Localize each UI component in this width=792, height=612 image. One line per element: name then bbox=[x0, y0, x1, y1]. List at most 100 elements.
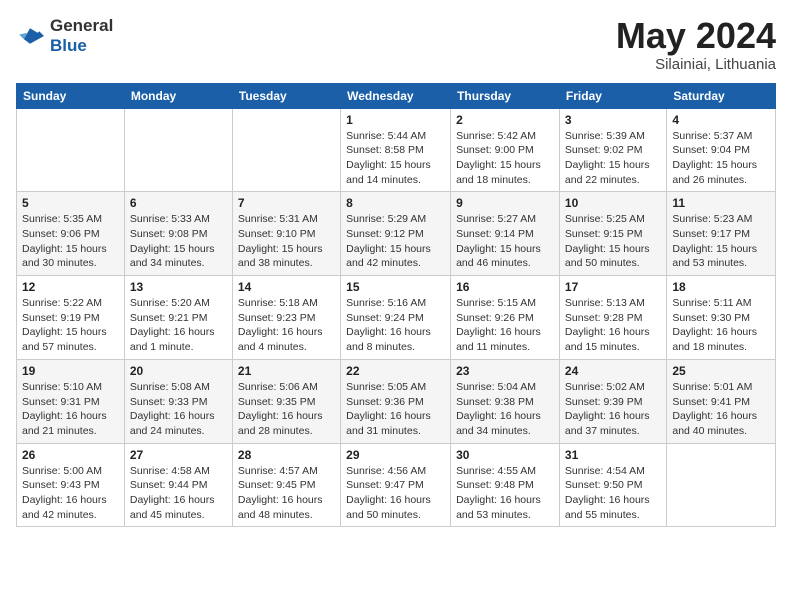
week-row-5: 26 Sunrise: 5:00 AMSunset: 9:43 PMDayligh… bbox=[17, 443, 776, 527]
day-info: Sunrise: 5:10 AMSunset: 9:31 PMDaylight:… bbox=[22, 380, 119, 439]
day-cell-8: 8Sunrise: 5:29 AMSunset: 9:12 PMDaylight… bbox=[341, 192, 451, 276]
day-cell-15: 15Sunrise: 5:16 AMSunset: 9:24 PMDayligh… bbox=[341, 276, 451, 360]
day-info: Sunrise: 5:06 AMSunset: 9:35 PMDaylight:… bbox=[238, 380, 335, 439]
day-info: Sunrise: 5:27 AMSunset: 9:14 PMDaylight:… bbox=[456, 212, 554, 271]
calendar-table: SundayMondayTuesdayWednesdayThursdayFrid… bbox=[16, 83, 776, 528]
empty-cell bbox=[667, 443, 776, 527]
day-cell-29: 29 Sunrise: 4:56 AMSunset: 9:47 PMDayligh… bbox=[341, 443, 451, 527]
weekday-header-row: SundayMondayTuesdayWednesdayThursdayFrid… bbox=[17, 83, 776, 108]
day-number: 24 bbox=[565, 364, 661, 378]
logo-blue-label: Blue bbox=[50, 36, 113, 56]
day-info: Sunrise: 4:56 AMSunset: 9:47 PMDaylight:… bbox=[346, 464, 445, 523]
weekday-header-tuesday: Tuesday bbox=[232, 83, 340, 108]
day-info: Sunrise: 5:39 AMSunset: 9:02 PMDaylight:… bbox=[565, 129, 661, 188]
header: General Blue May 2024 Silainiai, Lithuan… bbox=[16, 16, 776, 73]
day-cell-26: 26 Sunrise: 5:00 AMSunset: 9:43 PMDayligh… bbox=[17, 443, 125, 527]
day-cell-14: 14Sunrise: 5:18 AMSunset: 9:23 PMDayligh… bbox=[232, 276, 340, 360]
day-number: 22 bbox=[346, 364, 445, 378]
day-cell-30: 30 Sunrise: 4:55 AMSunset: 9:48 PMDayligh… bbox=[451, 443, 560, 527]
empty-cell bbox=[232, 108, 340, 192]
day-info: Sunrise: 4:57 AMSunset: 9:45 PMDaylight:… bbox=[238, 464, 335, 523]
day-info: Sunrise: 5:04 AMSunset: 9:38 PMDaylight:… bbox=[456, 380, 554, 439]
day-info: Sunrise: 4:55 AMSunset: 9:48 PMDaylight:… bbox=[456, 464, 554, 523]
day-info: Sunrise: 5:13 AMSunset: 9:28 PMDaylight:… bbox=[565, 296, 661, 355]
weekday-header-friday: Friday bbox=[559, 83, 666, 108]
day-number: 14 bbox=[238, 280, 335, 294]
week-row-2: 5Sunrise: 5:35 AMSunset: 9:06 PMDaylight… bbox=[17, 192, 776, 276]
day-number: 27 bbox=[130, 448, 227, 462]
weekday-header-thursday: Thursday bbox=[451, 83, 560, 108]
day-info: Sunrise: 5:31 AMSunset: 9:10 PMDaylight:… bbox=[238, 212, 335, 271]
week-row-4: 19 Sunrise: 5:10 AMSunset: 9:31 PMDayligh… bbox=[17, 359, 776, 443]
day-number: 4 bbox=[672, 113, 770, 127]
day-info: Sunrise: 5:01 AMSunset: 9:41 PMDaylight:… bbox=[672, 380, 770, 439]
day-number: 13 bbox=[130, 280, 227, 294]
week-row-3: 12 Sunrise: 5:22 AMSunset: 9:19 PMDayligh… bbox=[17, 276, 776, 360]
day-cell-25: 25 Sunrise: 5:01 AMSunset: 9:41 PMDayligh… bbox=[667, 359, 776, 443]
day-info: Sunrise: 5:44 AMSunset: 8:58 PMDaylight:… bbox=[346, 129, 445, 188]
day-info: Sunrise: 5:37 AMSunset: 9:04 PMDaylight:… bbox=[672, 129, 770, 188]
day-info: Sunrise: 5:11 AMSunset: 9:30 PMDaylight:… bbox=[672, 296, 770, 355]
day-number: 2 bbox=[456, 113, 554, 127]
day-number: 16 bbox=[456, 280, 554, 294]
empty-cell bbox=[124, 108, 232, 192]
day-info: Sunrise: 5:35 AMSunset: 9:06 PMDaylight:… bbox=[22, 212, 119, 271]
day-cell-2: 2 Sunrise: 5:42 AMSunset: 9:00 PMDaylight… bbox=[451, 108, 560, 192]
day-cell-28: 28 Sunrise: 4:57 AMSunset: 9:45 PMDayligh… bbox=[232, 443, 340, 527]
day-info: Sunrise: 4:54 AMSunset: 9:50 PMDaylight:… bbox=[565, 464, 661, 523]
day-info: Sunrise: 5:20 AMSunset: 9:21 PMDaylight:… bbox=[130, 296, 227, 355]
day-cell-20: 20Sunrise: 5:08 AMSunset: 9:33 PMDayligh… bbox=[124, 359, 232, 443]
day-cell-17: 17 Sunrise: 5:13 AMSunset: 9:28 PMDayligh… bbox=[559, 276, 666, 360]
day-number: 21 bbox=[238, 364, 335, 378]
day-info: Sunrise: 5:15 AMSunset: 9:26 PMDaylight:… bbox=[456, 296, 554, 355]
day-number: 25 bbox=[672, 364, 770, 378]
day-cell-1: 1 Sunrise: 5:44 AMSunset: 8:58 PMDaylight… bbox=[341, 108, 451, 192]
day-cell-23: 23Sunrise: 5:04 AMSunset: 9:38 PMDayligh… bbox=[451, 359, 560, 443]
day-cell-4: 4 Sunrise: 5:37 AMSunset: 9:04 PMDaylight… bbox=[667, 108, 776, 192]
day-cell-22: 22 Sunrise: 5:05 AMSunset: 9:36 PMDayligh… bbox=[341, 359, 451, 443]
day-number: 7 bbox=[238, 196, 335, 210]
day-info: Sunrise: 5:33 AMSunset: 9:08 PMDaylight:… bbox=[130, 212, 227, 271]
day-number: 30 bbox=[456, 448, 554, 462]
day-number: 19 bbox=[22, 364, 119, 378]
week-row-1: 1 Sunrise: 5:44 AMSunset: 8:58 PMDaylight… bbox=[17, 108, 776, 192]
day-cell-27: 27Sunrise: 4:58 AMSunset: 9:44 PMDayligh… bbox=[124, 443, 232, 527]
weekday-header-monday: Monday bbox=[124, 83, 232, 108]
day-cell-12: 12 Sunrise: 5:22 AMSunset: 9:19 PMDayligh… bbox=[17, 276, 125, 360]
day-info: Sunrise: 5:08 AMSunset: 9:33 PMDaylight:… bbox=[130, 380, 227, 439]
day-cell-10: 10Sunrise: 5:25 AMSunset: 9:15 PMDayligh… bbox=[559, 192, 666, 276]
day-cell-18: 18 Sunrise: 5:11 AMSunset: 9:30 PMDayligh… bbox=[667, 276, 776, 360]
logo: General Blue bbox=[16, 16, 113, 55]
day-cell-5: 5Sunrise: 5:35 AMSunset: 9:06 PMDaylight… bbox=[17, 192, 125, 276]
day-info: Sunrise: 5:05 AMSunset: 9:36 PMDaylight:… bbox=[346, 380, 445, 439]
weekday-header-saturday: Saturday bbox=[667, 83, 776, 108]
day-number: 10 bbox=[565, 196, 661, 210]
day-info: Sunrise: 5:00 AMSunset: 9:43 PMDaylight:… bbox=[22, 464, 119, 523]
logo-text: General Blue bbox=[50, 16, 113, 55]
weekday-header-sunday: Sunday bbox=[17, 83, 125, 108]
location: Silainiai, Lithuania bbox=[616, 56, 776, 73]
day-number: 11 bbox=[672, 196, 770, 210]
day-number: 3 bbox=[565, 113, 661, 127]
day-cell-9: 9Sunrise: 5:27 AMSunset: 9:14 PMDaylight… bbox=[451, 192, 560, 276]
weekday-header-wednesday: Wednesday bbox=[341, 83, 451, 108]
day-info: Sunrise: 5:42 AMSunset: 9:00 PMDaylight:… bbox=[456, 129, 554, 188]
day-info: Sunrise: 5:22 AMSunset: 9:19 PMDaylight:… bbox=[22, 296, 119, 355]
day-number: 12 bbox=[22, 280, 119, 294]
day-cell-16: 16 Sunrise: 5:15 AMSunset: 9:26 PMDayligh… bbox=[451, 276, 560, 360]
day-info: Sunrise: 5:02 AMSunset: 9:39 PMDaylight:… bbox=[565, 380, 661, 439]
logo-bird-icon bbox=[16, 22, 44, 50]
day-number: 15 bbox=[346, 280, 445, 294]
day-cell-21: 21 Sunrise: 5:06 AMSunset: 9:35 PMDayligh… bbox=[232, 359, 340, 443]
day-number: 18 bbox=[672, 280, 770, 294]
day-number: 29 bbox=[346, 448, 445, 462]
day-number: 26 bbox=[22, 448, 119, 462]
day-info: Sunrise: 5:23 AMSunset: 9:17 PMDaylight:… bbox=[672, 212, 770, 271]
calendar-page: General Blue May 2024 Silainiai, Lithuan… bbox=[0, 0, 792, 537]
day-number: 17 bbox=[565, 280, 661, 294]
day-number: 28 bbox=[238, 448, 335, 462]
empty-cell bbox=[17, 108, 125, 192]
title-section: May 2024 Silainiai, Lithuania bbox=[616, 16, 776, 73]
day-cell-3: 3 Sunrise: 5:39 AMSunset: 9:02 PMDaylight… bbox=[559, 108, 666, 192]
day-number: 1 bbox=[346, 113, 445, 127]
